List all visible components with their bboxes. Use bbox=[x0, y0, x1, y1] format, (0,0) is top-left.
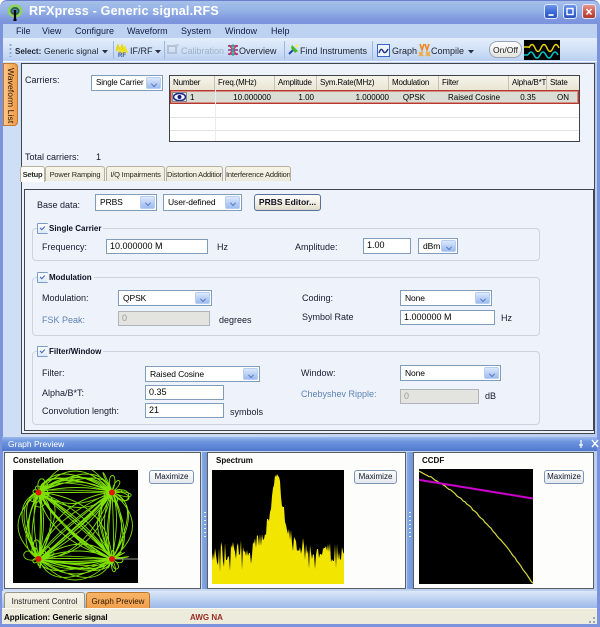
svg-text:RF: RF bbox=[118, 53, 126, 57]
